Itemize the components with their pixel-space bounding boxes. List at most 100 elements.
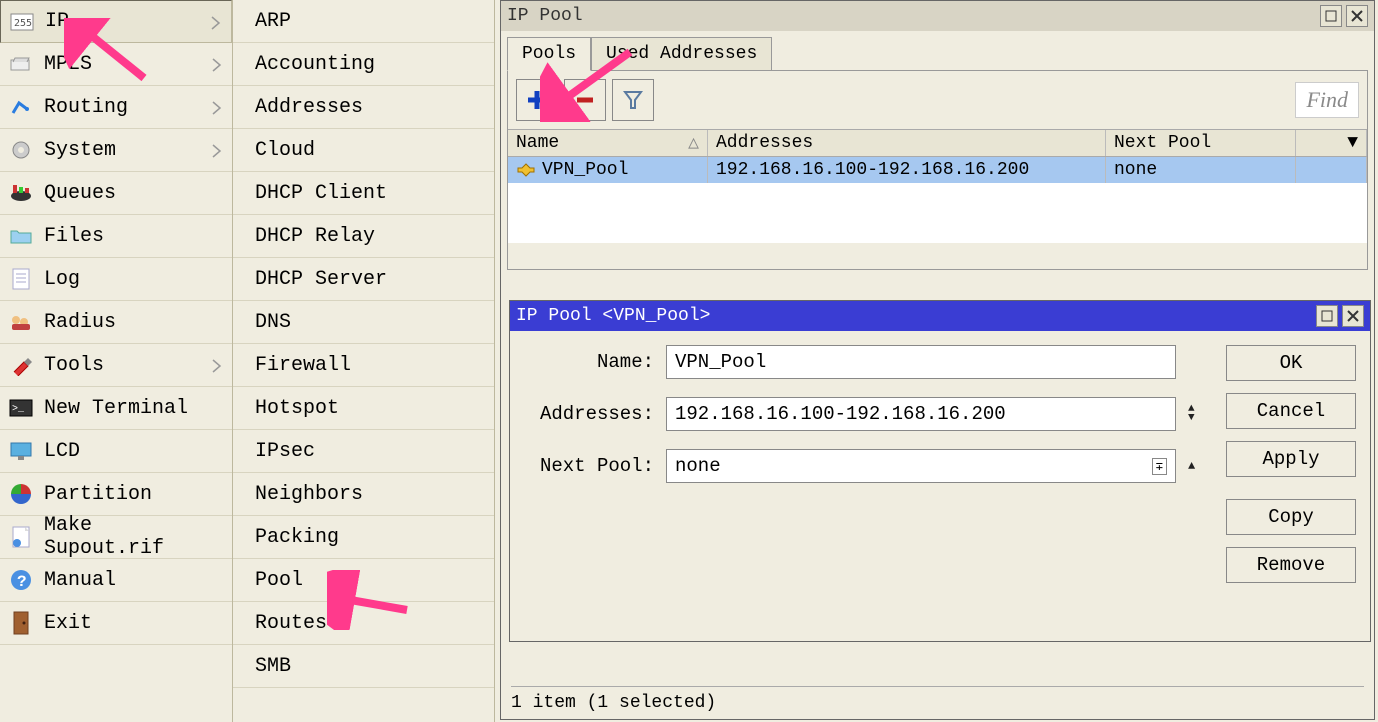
pools-tab-panel: Find Name△ Addresses Next Pool ▼ VPN_Poo… (507, 70, 1368, 270)
addresses-spinner[interactable]: ▲ ▼ (1188, 405, 1210, 423)
submenu-label: Routes (255, 612, 327, 635)
add-button[interactable] (516, 79, 558, 121)
col-label: Addresses (716, 133, 813, 153)
submenu-item-smb[interactable]: SMB (233, 645, 494, 688)
col-menu-header[interactable]: ▼ (1296, 130, 1367, 156)
menu-item-queues[interactable]: Queues (0, 172, 232, 215)
submenu-item-addresses[interactable]: Addresses (233, 86, 494, 129)
submenu-caret-icon (212, 58, 224, 70)
next-pool-expand[interactable]: ▲ (1188, 459, 1210, 473)
menu-label: Manual (44, 569, 224, 592)
filter-button[interactable] (612, 79, 654, 121)
table-row[interactable]: VPN_Pool 192.168.16.100-192.168.16.200 n… (508, 157, 1367, 183)
submenu-label: Accounting (255, 53, 375, 76)
menu-item-radius[interactable]: Radius (0, 301, 232, 344)
svg-text:>_: >_ (12, 404, 25, 415)
submenu-item-cloud[interactable]: Cloud (233, 129, 494, 172)
remove-button-edit[interactable]: Remove (1226, 547, 1356, 583)
menu-item-lcd[interactable]: LCD (0, 430, 232, 473)
submenu-item-dns[interactable]: DNS (233, 301, 494, 344)
menu-item-tools[interactable]: Tools (0, 344, 232, 387)
col-addresses-header[interactable]: Addresses (708, 130, 1106, 156)
submenu-label: Firewall (255, 354, 351, 377)
menu-item-ip[interactable]: 255 IP (0, 0, 232, 43)
right-area: IP Pool Pools Used Addresses Find (495, 0, 1378, 722)
tab-pools[interactable]: Pools (507, 37, 591, 71)
window-title: IP Pool (507, 6, 1316, 26)
cell-addresses: 192.168.16.100-192.168.16.200 (708, 157, 1106, 183)
menu-item-routing[interactable]: Routing (0, 86, 232, 129)
submenu-item-arp[interactable]: ARP (233, 0, 494, 43)
dropdown-icon: ▼ (1347, 133, 1358, 153)
ok-button[interactable]: OK (1226, 345, 1356, 381)
exit-icon (8, 610, 34, 636)
menu-item-log[interactable]: Log (0, 258, 232, 301)
menu-label: Partition (44, 483, 224, 506)
tab-label: Used Addresses (606, 44, 757, 64)
addresses-input[interactable] (666, 397, 1176, 431)
remove-button[interactable] (564, 79, 606, 121)
submenu-label: DHCP Server (255, 268, 387, 291)
next-pool-select[interactable]: none ∓ (666, 449, 1176, 483)
menu-item-partition[interactable]: Partition (0, 473, 232, 516)
submenu-item-hotspot[interactable]: Hotspot (233, 387, 494, 430)
edit-titlebar[interactable]: IP Pool <VPN_Pool> (510, 301, 1370, 331)
submenu-item-dhcp-relay[interactable]: DHCP Relay (233, 215, 494, 258)
close-button[interactable] (1346, 5, 1368, 27)
submenu-label: Neighbors (255, 483, 363, 506)
submenu-item-dhcp-server[interactable]: DHCP Server (233, 258, 494, 301)
main-menu: 255 IP MPLS Routing System Queues Files … (0, 0, 233, 722)
edit-body: Name: Addresses: ▲ ▼ Next Pool: none (510, 331, 1370, 597)
apply-button[interactable]: Apply (1226, 441, 1356, 477)
field-row-next-pool: Next Pool: none ∓ ▲ (524, 449, 1210, 483)
menu-item-exit[interactable]: Exit (0, 602, 232, 645)
copy-button[interactable]: Copy (1226, 499, 1356, 535)
name-input[interactable] (666, 345, 1176, 379)
find-input[interactable]: Find (1295, 82, 1359, 118)
ip-pool-tabs: Pools Used Addresses (501, 31, 1374, 71)
menu-label: Make Supout.rif (44, 514, 224, 560)
menu-label: LCD (44, 440, 224, 463)
submenu-item-pool[interactable]: Pool (233, 559, 494, 602)
submenu-label: IPsec (255, 440, 315, 463)
minimize-button[interactable] (1316, 305, 1338, 327)
close-button[interactable] (1342, 305, 1364, 327)
col-next-pool-header[interactable]: Next Pool (1106, 130, 1296, 156)
submenu-item-packing[interactable]: Packing (233, 516, 494, 559)
menu-item-files[interactable]: Files (0, 215, 232, 258)
submenu-item-firewall[interactable]: Firewall (233, 344, 494, 387)
menu-item-system[interactable]: System (0, 129, 232, 172)
submenu-label: Hotspot (255, 397, 339, 420)
funnel-icon (622, 89, 644, 111)
col-name-header[interactable]: Name△ (508, 130, 708, 156)
field-label: Addresses: (524, 403, 654, 425)
cell-next-pool: none (1106, 157, 1296, 183)
menu-label: Queues (44, 182, 224, 205)
menu-item-manual[interactable]: ? Manual (0, 559, 232, 602)
status-bar: 1 item (1 selected) (511, 686, 1364, 713)
submenu-item-accounting[interactable]: Accounting (233, 43, 494, 86)
submenu-label: Addresses (255, 96, 363, 119)
menu-label: Files (44, 225, 224, 248)
submenu-caret-icon (212, 101, 224, 113)
ip-pool-edit-window: IP Pool <VPN_Pool> Name: Addresses: ▲ ▼ (509, 300, 1371, 642)
submenu-item-routes[interactable]: Routes (233, 602, 494, 645)
menu-item-new-terminal[interactable]: >_ New Terminal (0, 387, 232, 430)
menu-item-mpls[interactable]: MPLS (0, 43, 232, 86)
menu-label: System (44, 139, 212, 162)
sort-asc-icon: △ (688, 132, 699, 154)
cancel-button[interactable]: Cancel (1226, 393, 1356, 429)
ip-pool-titlebar[interactable]: IP Pool (501, 1, 1374, 31)
submenu-item-neighbors[interactable]: Neighbors (233, 473, 494, 516)
submenu-item-dhcp-client[interactable]: DHCP Client (233, 172, 494, 215)
status-text: 1 item (1 selected) (511, 693, 716, 713)
log-icon (8, 266, 34, 292)
submenu-item-ipsec[interactable]: IPsec (233, 430, 494, 473)
menu-item-make-supout[interactable]: Make Supout.rif (0, 516, 232, 559)
tab-used-addresses[interactable]: Used Addresses (591, 37, 772, 71)
select-value: none (675, 455, 721, 477)
minimize-button[interactable] (1320, 5, 1342, 27)
queues-icon (8, 180, 34, 206)
edit-buttons: OK Cancel Apply Copy Remove (1226, 345, 1356, 583)
svg-text:?: ? (17, 573, 27, 591)
